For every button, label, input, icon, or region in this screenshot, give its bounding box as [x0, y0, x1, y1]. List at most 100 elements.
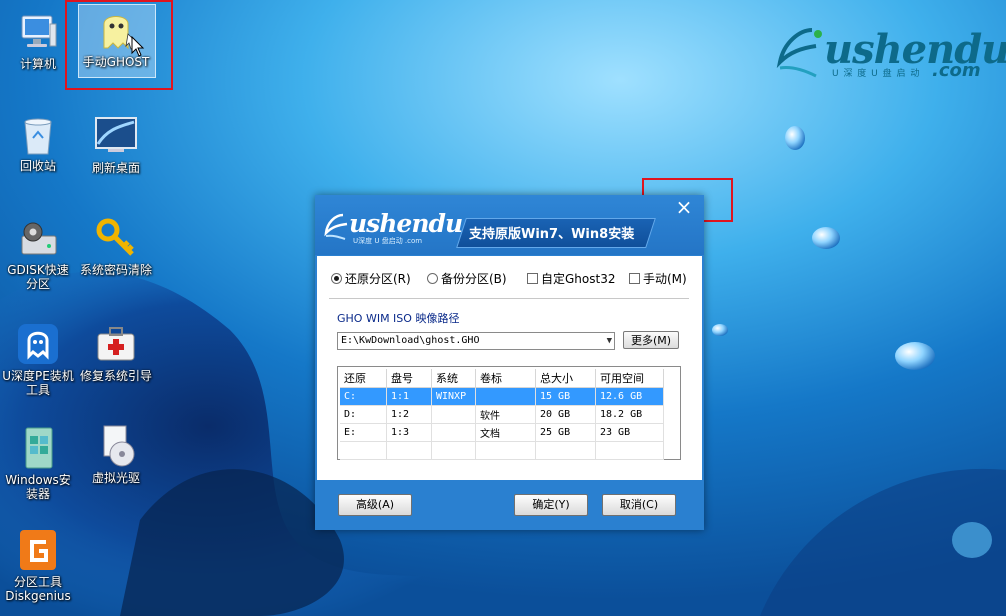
- dialog-logo-subtitle: U深度 U 盘启动 .com: [353, 237, 423, 245]
- empty-cell: [535, 441, 596, 460]
- chevron-down-icon[interactable]: ▼: [607, 333, 612, 349]
- mouse-cursor-icon: [131, 36, 145, 57]
- cell-drive: C:: [340, 387, 387, 406]
- disc-icon: [94, 424, 138, 468]
- cell-free: 18.2 GB: [595, 405, 664, 424]
- desktop-icon-diskgenius[interactable]: 分区工具Diskgenius: [2, 528, 74, 603]
- column-header[interactable]: 盘号: [386, 369, 432, 388]
- cell-disk: 1:3: [386, 423, 432, 442]
- dialog-client-area: 还原分区(R) 备份分区(B) 自定Ghost32 手动(M) GHO WIM …: [317, 256, 702, 480]
- cancel-button[interactable]: 取消(C): [602, 494, 676, 516]
- cell-total: 15 GB: [535, 387, 596, 406]
- custom-ghost32-option[interactable]: 自定Ghost32: [527, 270, 615, 287]
- empty-cell: [386, 441, 432, 460]
- column-header[interactable]: 系统: [431, 369, 476, 388]
- desktop-icon-label: 分区工具Diskgenius: [5, 575, 71, 603]
- dialog-banner-text: 支持原版Win7、Win8安装: [469, 227, 635, 242]
- table-row[interactable]: C: 1:1 WINXP 15 GB 12.6 GB: [340, 387, 664, 406]
- dialog-title-bar: ushendu U深度 U 盘启动 .com 支持原版Win7、Win8安装 ×: [315, 195, 704, 255]
- cell-volume: [475, 387, 536, 406]
- recycle-bin-icon: [16, 112, 60, 156]
- desktop-icon-repair-boot[interactable]: 修复系统引导: [80, 322, 152, 383]
- desktop-icon-password-clear[interactable]: 系统密码清除: [80, 216, 152, 277]
- disk-gear-icon: [16, 216, 60, 260]
- more-button[interactable]: 更多(M): [623, 331, 679, 349]
- close-button[interactable]: ×: [664, 195, 704, 219]
- option-label: 手动(M): [643, 272, 687, 286]
- cell-disk: 1:2: [386, 405, 432, 424]
- windows-installer-icon: [16, 426, 60, 470]
- cell-free: 12.6 GB: [595, 387, 664, 406]
- desktop-icon-label: 虚拟光驱: [91, 471, 140, 485]
- computer-icon: [16, 10, 60, 54]
- empty-cell: [475, 441, 536, 460]
- desktop-icon-label: 系统密码清除: [80, 263, 153, 277]
- dialog-logo-wordmark: ushendu: [349, 209, 463, 238]
- image-path-label: GHO WIM ISO 映像路径: [337, 312, 460, 325]
- ghost-dialog: ushendu U深度 U 盘启动 .com 支持原版Win7、Win8安装 ×…: [315, 195, 704, 530]
- checkbox-icon[interactable]: [629, 273, 640, 284]
- ghost-badge-icon: [16, 322, 60, 366]
- backup-partition-option[interactable]: 备份分区(B): [427, 270, 507, 287]
- desktop-icon-label: 回收站: [19, 159, 56, 173]
- desktop-icon-label: 刷新桌面: [91, 161, 140, 175]
- brand-domain: .com: [932, 60, 981, 81]
- diskgenius-icon: [16, 528, 60, 572]
- brand-subtitle: U 深 度 U 盘 启 动: [832, 69, 921, 79]
- cell-volume: 文档: [475, 423, 536, 442]
- empty-cell: [340, 441, 387, 460]
- cell-system: [431, 423, 476, 442]
- column-header[interactable]: 可用空间: [595, 369, 664, 388]
- table-header-row: 还原 盘号 系统 卷标 总大小 可用空间: [340, 369, 664, 388]
- option-label: 自定Ghost32: [541, 272, 616, 286]
- desktop-icon-label: Windows安装器: [5, 473, 71, 501]
- ok-button[interactable]: 确定(Y): [514, 494, 588, 516]
- radio-checked-icon[interactable]: [331, 273, 342, 284]
- desktop-icon-label: U深度PE装机工具: [2, 369, 74, 397]
- dialog-logo: ushendu U深度 U 盘启动 .com: [323, 209, 463, 245]
- option-label: 备份分区(B): [441, 272, 507, 286]
- desktop-icon-computer[interactable]: 计算机: [2, 10, 74, 71]
- column-header[interactable]: 总大小: [535, 369, 596, 388]
- cell-free: 23 GB: [595, 423, 664, 442]
- column-header[interactable]: 还原: [340, 369, 387, 388]
- divider: [329, 298, 689, 299]
- cell-system: WINXP: [431, 387, 476, 406]
- cell-total: 20 GB: [535, 405, 596, 424]
- cell-volume: 软件: [475, 405, 536, 424]
- desktop-icon-recycle-bin[interactable]: 回收站: [2, 112, 74, 173]
- desktop-icon-label: GDISK快速分区: [7, 263, 69, 291]
- key-icon: [94, 216, 138, 260]
- table-row[interactable]: D: 1:2 软件 20 GB 18.2 GB: [340, 405, 664, 424]
- cell-drive: D:: [340, 405, 387, 424]
- cell-drive: E:: [340, 423, 387, 442]
- desktop-icon-virtual-drive[interactable]: 虚拟光驱: [80, 424, 152, 485]
- desktop-icon-label: 计算机: [19, 57, 56, 71]
- image-path-combobox[interactable]: E:\KwDownload\ghost.GHO ▼: [337, 332, 615, 350]
- restore-partition-option[interactable]: 还原分区(R): [331, 270, 411, 287]
- desktop-icon-refresh-desktop[interactable]: 刷新桌面: [80, 114, 152, 175]
- first-aid-kit-icon: [94, 322, 138, 366]
- desktop-icon-gdisk[interactable]: GDISK快速分区: [2, 216, 74, 291]
- desktop-icon-windows-installer[interactable]: Windows安装器: [2, 426, 74, 501]
- cell-system: [431, 405, 476, 424]
- radio-unchecked-icon[interactable]: [427, 273, 438, 284]
- empty-cell: [431, 441, 476, 460]
- brand-logo: ushendu U 深 度 U 盘 启 动 .com: [772, 22, 1006, 82]
- option-label: 还原分区(R): [345, 272, 411, 286]
- table-row: [340, 441, 664, 460]
- mode-options: 还原分区(R) 备份分区(B) 自定Ghost32 手动(M): [329, 270, 699, 288]
- swirl-logo-icon: [776, 28, 822, 78]
- advanced-button[interactable]: 高级(A): [338, 494, 412, 516]
- swirl-logo-icon: [324, 213, 348, 240]
- table-row[interactable]: E: 1:3 文档 25 GB 23 GB: [340, 423, 664, 442]
- checkbox-icon[interactable]: [527, 273, 538, 284]
- empty-cell: [595, 441, 664, 460]
- manual-option[interactable]: 手动(M): [629, 270, 687, 287]
- cell-disk: 1:1: [386, 387, 432, 406]
- desktop-icon-pe-installer[interactable]: U深度PE装机工具: [2, 322, 74, 397]
- desktop-icon-label: 修复系统引导: [80, 369, 153, 383]
- column-header[interactable]: 卷标: [475, 369, 536, 388]
- monitor-icon: [94, 114, 138, 158]
- image-path-value: E:\KwDownload\ghost.GHO: [341, 335, 480, 346]
